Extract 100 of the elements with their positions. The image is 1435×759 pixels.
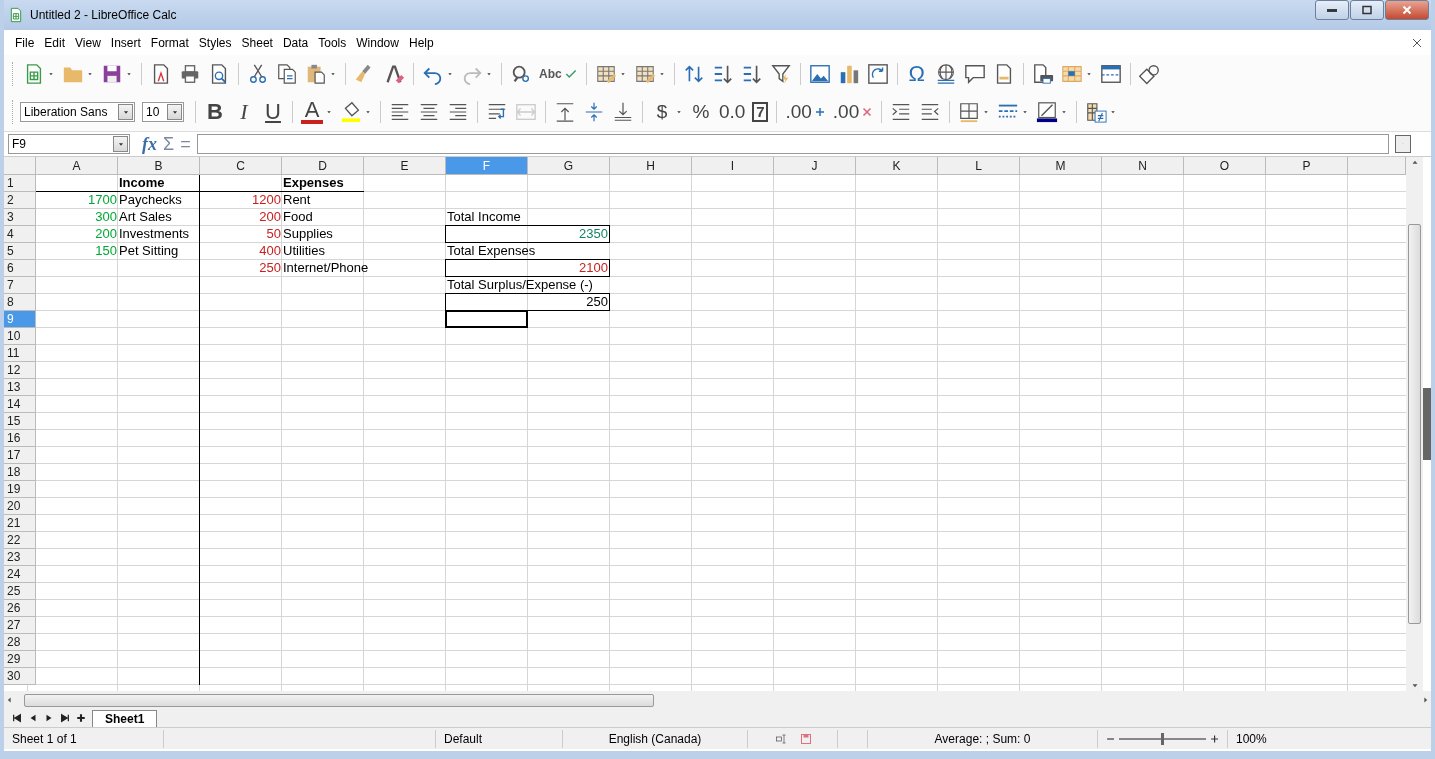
row-header[interactable]: 3	[4, 209, 36, 226]
menu-item[interactable]: View	[70, 33, 106, 52]
font-size-field[interactable]: 10	[142, 102, 184, 122]
close-button[interactable]	[1385, 0, 1429, 20]
scroll-thumb[interactable]	[24, 693, 654, 707]
row-header[interactable]: 25	[4, 583, 36, 600]
table-cell[interactable]: Supplies	[282, 226, 364, 243]
row-header[interactable]: 7	[4, 277, 36, 294]
table-cell[interactable]: Art Sales	[118, 209, 200, 226]
table-cell[interactable]: Expenses	[282, 175, 364, 192]
font-color-button[interactable]: A	[298, 97, 336, 127]
special-character-button[interactable]: Ω	[902, 59, 931, 89]
add-sheet-icon[interactable]	[76, 713, 86, 723]
row-header[interactable]: 17	[4, 447, 36, 464]
percent-button[interactable]: %	[687, 97, 715, 127]
underline-button[interactable]: U	[259, 97, 287, 127]
menu-item[interactable]: Styles	[193, 33, 237, 52]
vertical-scrollbar[interactable]	[1406, 157, 1423, 691]
table-cell[interactable]: 50	[200, 226, 282, 243]
italic-button[interactable]: I	[230, 97, 258, 127]
table-cell[interactable]: Utilities	[282, 243, 364, 260]
name-box[interactable]: F9	[8, 134, 130, 154]
column-header[interactable]: D	[282, 157, 364, 175]
table-cell[interactable]: 2350	[445, 225, 610, 243]
row-header[interactable]: 12	[4, 362, 36, 379]
row-header[interactable]: 1	[4, 175, 36, 192]
sidebar-handle[interactable]	[1423, 388, 1431, 460]
zoom-level[interactable]: 100%	[1228, 729, 1275, 748]
row-header[interactable]: 24	[4, 566, 36, 583]
font-name-field[interactable]: Liberation Sans	[20, 102, 135, 122]
table-cell[interactable]: 400	[200, 243, 282, 260]
row-header[interactable]: 8	[4, 294, 36, 311]
bold-button[interactable]: B	[201, 97, 229, 127]
column-header[interactable]: J	[774, 157, 856, 175]
formula-button[interactable]: =	[180, 133, 191, 155]
table-cell[interactable]: Investments	[118, 226, 200, 243]
row-header[interactable]: 15	[4, 413, 36, 430]
row-header[interactable]: 18	[4, 464, 36, 481]
row-header[interactable]: 21	[4, 515, 36, 532]
menu-item[interactable]: Insert	[105, 33, 146, 52]
delete-decimal-button[interactable]: .00	[829, 97, 877, 127]
menu-item[interactable]: Data	[277, 33, 314, 52]
first-sheet-icon[interactable]	[12, 713, 22, 723]
column-header[interactable]: C	[200, 157, 282, 175]
last-sheet-icon[interactable]	[60, 713, 70, 723]
spelling-button[interactable]: Abc	[536, 64, 581, 84]
formula-input[interactable]	[196, 134, 1389, 154]
column-header[interactable]: O	[1184, 157, 1266, 175]
row-header[interactable]: 23	[4, 549, 36, 566]
cell-cursor[interactable]	[445, 310, 528, 328]
column-header[interactable]: L	[938, 157, 1020, 175]
row-header[interactable]: 6	[4, 260, 36, 277]
next-sheet-icon[interactable]	[44, 713, 54, 723]
column-header[interactable]: B	[118, 157, 200, 175]
horizontal-scrollbar[interactable]	[4, 691, 1431, 709]
row-header[interactable]: 27	[4, 617, 36, 634]
close-icon[interactable]	[1411, 36, 1423, 49]
add-decimal-button[interactable]: .00	[782, 97, 829, 127]
row-header[interactable]: 11	[4, 345, 36, 362]
row-header[interactable]: 13	[4, 379, 36, 396]
menu-item[interactable]: Window	[351, 33, 404, 52]
row-header[interactable]: 30	[4, 668, 36, 685]
menu-item[interactable]: Help	[403, 33, 439, 52]
column-header[interactable]: H	[610, 157, 692, 175]
zoom-in-icon[interactable]	[1209, 733, 1219, 744]
table-cell[interactable]: Internet/Phone	[282, 260, 370, 277]
sum-button[interactable]: Σ	[163, 133, 175, 155]
minimize-button[interactable]	[1315, 0, 1349, 20]
table-cell[interactable]: Food	[282, 209, 364, 226]
column-header[interactable]: P	[1266, 157, 1348, 175]
row-header[interactable]: 26	[4, 600, 36, 617]
menu-item[interactable]: Edit	[39, 33, 71, 52]
menu-item[interactable]: Tools	[313, 33, 352, 52]
number-format-button[interactable]: 0.0	[716, 97, 749, 127]
row-header[interactable]: 20	[4, 498, 36, 515]
table-cell[interactable]: 250	[200, 260, 282, 277]
row-header[interactable]: 28	[4, 634, 36, 651]
column-header[interactable]: I	[692, 157, 774, 175]
column-header[interactable]: G	[528, 157, 610, 175]
table-cell[interactable]: Paychecks	[118, 192, 200, 209]
table-cell[interactable]: Pet Sitting	[118, 243, 200, 260]
column-header[interactable]: K	[856, 157, 938, 175]
table-cell[interactable]: Total Income	[446, 209, 528, 226]
row-header[interactable]: 10	[4, 328, 36, 345]
table-cell[interactable]: 250	[445, 293, 610, 311]
row-header[interactable]: 22	[4, 532, 36, 549]
expand-button[interactable]	[1395, 135, 1411, 153]
scroll-thumb[interactable]	[1408, 224, 1421, 624]
table-cell[interactable]: 200	[200, 209, 282, 226]
row-header[interactable]: 19	[4, 481, 36, 498]
row-header[interactable]: 16	[4, 430, 36, 447]
table-cell[interactable]: Rent	[282, 192, 364, 209]
zoom-slider-thumb[interactable]	[1160, 732, 1164, 745]
currency-button[interactable]: $	[648, 97, 686, 127]
row-header[interactable]: 29	[4, 651, 36, 668]
column-header[interactable]: A	[36, 157, 118, 175]
menu-item[interactable]: Format	[145, 33, 194, 52]
table-cell[interactable]: 2100	[445, 259, 610, 277]
row-header[interactable]: 14	[4, 396, 36, 413]
table-cell[interactable]: 1200	[200, 192, 282, 209]
